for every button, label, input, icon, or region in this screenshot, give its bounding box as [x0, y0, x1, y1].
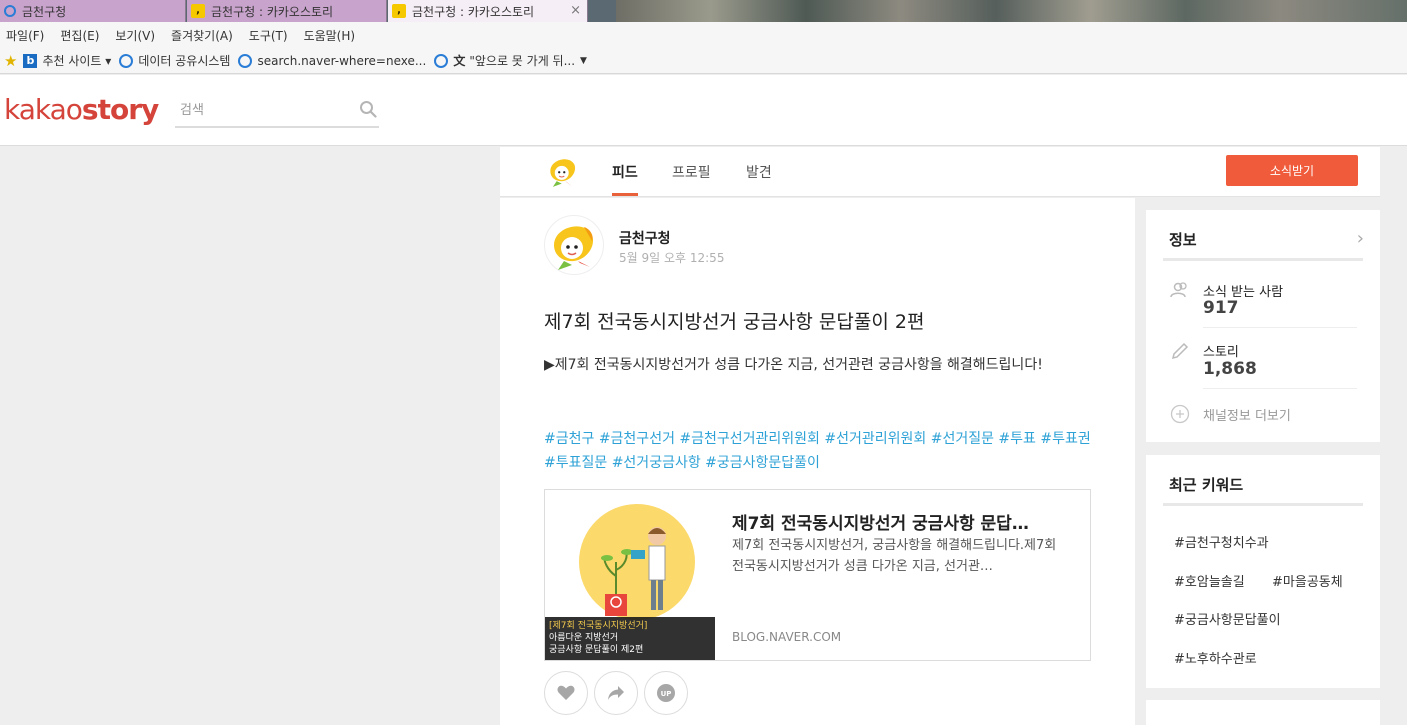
browser-tab-3-active[interactable]: , 금천구청 : 카카오스토리 × [388, 0, 588, 22]
profile-nav: 피드 프로필 발견 소식받기 [500, 147, 1380, 197]
tab-discover[interactable]: 발견 [746, 162, 772, 193]
keywords-divider [1163, 503, 1363, 506]
favorite-label: 데이터 공유시스템 [138, 54, 231, 68]
thumbnail-caption: [제7회 전국동시지방선거] 아름다운 지방선거 궁금사항 문답풀이 제2편 [545, 617, 715, 660]
info-separator [1203, 327, 1357, 328]
subscribers-icon [1170, 281, 1190, 303]
menu-file[interactable]: 파일(F) [6, 27, 44, 44]
search-input[interactable] [175, 96, 350, 124]
pencil-icon [1170, 341, 1190, 365]
caption-line-2: 아름다운 지방선거 [549, 633, 619, 643]
svg-text:UP: UP [661, 690, 672, 698]
caption-line-3: 궁금사항 문답풀이 제2편 [549, 645, 644, 655]
link-source: BLOG.NAVER.COM [732, 630, 842, 644]
browser-tab-2[interactable]: , 금천구청 : 카카오스토리 [187, 0, 387, 22]
favorites-bar: ★ b 추천 사이트 ▾ 데이터 공유시스템 search.naver-wher… [0, 48, 1407, 74]
share-icon [608, 686, 624, 700]
channel-info-panel: 정보 › 소식 받는 사람 917 스토리 1,868 채널정보 더보기 [1146, 210, 1380, 442]
caption-line-1: [제7회 전국동시지방선거] [549, 621, 648, 631]
menu-edit[interactable]: 편집(E) [60, 27, 99, 44]
ie-page-icon [238, 53, 253, 68]
browser-tab-strip: 금천구청 , 금천구청 : 카카오스토리 , 금천구청 : 카카오스토리 × [0, 0, 1407, 22]
stories-count: 1,868 [1203, 359, 1257, 379]
post-card: 금천구청 5월 9일 오후 12:55 제7회 전국동시지방선거 궁금사항 문답… [500, 198, 1135, 725]
kakaostory-icon: , [392, 4, 406, 18]
heart-icon [557, 685, 575, 700]
ie-icon [4, 5, 16, 17]
favorite-label: "앞으로 못 가게 뒤... [469, 54, 576, 68]
logo-kakao: kakao [4, 93, 83, 126]
post-author-name[interactable]: 금천구청 [619, 228, 671, 248]
post-timestamp[interactable]: 5월 9일 오후 12:55 [619, 249, 724, 266]
search-icon[interactable] [359, 100, 377, 122]
logo-story: story [81, 93, 159, 126]
search-box [175, 96, 379, 128]
kakaostory-icon: , [191, 4, 205, 18]
menu-view[interactable]: 보기(V) [115, 27, 155, 44]
author-avatar[interactable] [544, 215, 604, 275]
menu-help[interactable]: 도움말(H) [304, 27, 356, 44]
ie-page-icon [119, 53, 134, 68]
post-actions: UP [544, 671, 694, 715]
tab-close-icon[interactable]: × [570, 3, 581, 18]
link-description: 제7회 전국동시지방선거, 궁금사항을 해결해드립니다.제7회 전국동시지방선거… [732, 538, 1057, 574]
tab-profile[interactable]: 프로필 [672, 162, 711, 193]
link-thumbnail: [제7회 전국동시지방선거] 아름다운 지방선거 궁금사항 문답풀이 제2편 [545, 490, 715, 660]
chevron-down-icon[interactable]: ▼ [580, 56, 587, 66]
info-separator [1203, 388, 1357, 389]
info-divider [1163, 258, 1363, 261]
favorite-item-naver-search[interactable]: search.naver-where=nexe... [238, 53, 427, 68]
post-body: ▶제7회 전국동시지방선거가 성큼 다가온 지금, 선거관련 궁금사항을 해결해… [544, 357, 1043, 373]
bing-icon: b [23, 53, 38, 68]
favorite-item-recommended[interactable]: b 추천 사이트 ▾ [23, 52, 111, 69]
favorite-label: 추천 사이트 ▾ [42, 54, 112, 68]
up-button[interactable]: UP [644, 671, 688, 715]
tab-label: 금천구청 [22, 4, 67, 19]
up-icon: UP [657, 684, 675, 702]
subscribers-count: 917 [1203, 298, 1239, 318]
like-button[interactable] [544, 671, 588, 715]
keyword-item[interactable]: #노후하수관로 [1174, 648, 1257, 667]
info-heading: 정보 [1169, 231, 1197, 249]
site-header: kakaostory [0, 75, 1407, 146]
stories-label: 스토리 [1203, 345, 1239, 360]
chevron-right-icon[interactable]: › [1357, 228, 1364, 249]
menu-bar: 파일(F) 편집(E) 보기(V) 즐겨찾기(A) 도구(T) 도움말(H) [0, 22, 1407, 48]
favorite-item-data-share[interactable]: 데이터 공유시스템 [119, 52, 230, 69]
channel-info-more-link[interactable]: 채널정보 더보기 [1203, 405, 1291, 424]
post-hashtags[interactable]: #금천구 #금천구선거 #금천구선거관리위원회 #선거관리위원회 #선거질문 #… [544, 427, 1092, 475]
keyword-item[interactable]: #마을공동체 [1272, 571, 1343, 590]
ie-page-icon [434, 53, 449, 68]
menu-tools[interactable]: 도구(T) [249, 27, 288, 44]
recent-keywords-panel: 최근 키워드 #금천구청치수과 #호암늘솔길 #마을공동체 #궁금사항문답풀이 … [1146, 455, 1380, 688]
next-panel-partial [1146, 700, 1380, 725]
kakaostory-logo[interactable]: kakaostory [4, 93, 159, 126]
browser-tab-1[interactable]: 금천구청 [0, 0, 186, 22]
tab-label: 금천구청 : 카카오스토리 [211, 4, 334, 19]
favorites-star-icon[interactable]: ★ [4, 52, 17, 70]
profile-avatar[interactable] [544, 152, 582, 190]
translate-icon: 文 [453, 54, 466, 68]
subscribe-button[interactable]: 소식받기 [1226, 155, 1358, 186]
tab-label: 금천구청 : 카카오스토리 [412, 4, 535, 19]
desktop-background [616, 0, 1407, 22]
keyword-item[interactable]: #금천구청치수과 [1174, 532, 1269, 551]
keyword-item[interactable]: #궁금사항문답풀이 [1174, 609, 1281, 628]
post-title: 제7회 전국동시지방선거 궁금사항 문답풀이 2편 [544, 311, 925, 333]
link-preview-card[interactable]: [제7회 전국동시지방선거] 아름다운 지방선거 궁금사항 문답풀이 제2편 제… [544, 489, 1091, 661]
plus-circle-icon[interactable] [1170, 404, 1190, 428]
tab-feed[interactable]: 피드 [612, 162, 638, 196]
share-button[interactable] [594, 671, 638, 715]
favorite-item-translate[interactable]: 文 "앞으로 못 가게 뒤... ▼ [434, 52, 587, 69]
keyword-item[interactable]: #호암늘솔길 [1174, 571, 1245, 590]
favorite-label: search.naver-where=nexe... [257, 53, 427, 68]
keywords-heading: 최근 키워드 [1169, 476, 1244, 494]
link-title[interactable]: 제7회 전국동시지방선거 궁금사항 문답… [732, 509, 1072, 534]
menu-favorites[interactable]: 즐겨찾기(A) [171, 27, 233, 44]
